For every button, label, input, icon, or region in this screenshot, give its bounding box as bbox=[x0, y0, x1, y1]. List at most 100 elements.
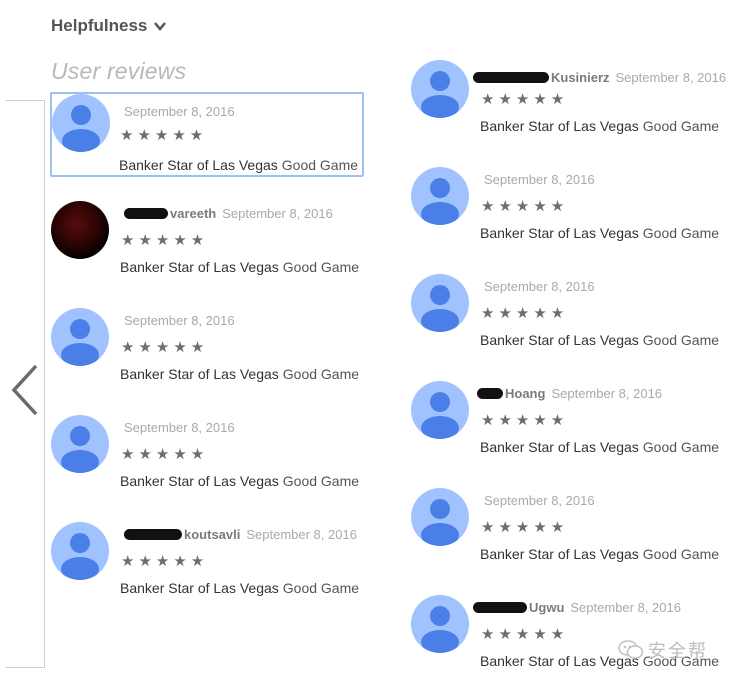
review-verdict: Good Game bbox=[282, 259, 360, 275]
chevron-down-icon bbox=[154, 22, 167, 31]
review-card[interactable]: September 8, 2016 ★★★★★ Banker Star of L… bbox=[411, 167, 731, 249]
avatar bbox=[411, 488, 469, 546]
avatar bbox=[51, 522, 109, 580]
review-date: September 8, 2016 bbox=[484, 279, 595, 294]
redacted-name bbox=[477, 388, 503, 399]
star-rating: ★★★★★ bbox=[121, 553, 209, 570]
review-header: Kusinierz September 8, 2016 bbox=[473, 70, 726, 85]
review-text: Banker Star of Las Vegas Good Game bbox=[120, 259, 359, 275]
default-avatar-icon bbox=[421, 499, 459, 546]
review-card[interactable]: Kusinierz September 8, 2016 ★★★★★ Banker… bbox=[411, 60, 731, 142]
review-card[interactable]: Hoang September 8, 2016 ★★★★★ Banker Sta… bbox=[411, 381, 731, 463]
review-header: September 8, 2016 bbox=[124, 104, 235, 119]
review-card[interactable]: September 8, 2016 ★★★★★ Banker Star of L… bbox=[51, 415, 371, 497]
review-header: koutsavli September 8, 2016 bbox=[124, 527, 357, 542]
review-game: Banker Star of Las Vegas bbox=[120, 580, 279, 596]
avatar bbox=[51, 415, 109, 473]
review-card[interactable]: September 8, 2016 ★★★★★ Banker Star of L… bbox=[411, 274, 731, 356]
review-header: September 8, 2016 bbox=[124, 420, 235, 435]
review-text: Banker Star of Las Vegas Good Game bbox=[480, 332, 719, 348]
star-rating: ★★★★★ bbox=[481, 91, 569, 108]
review-card[interactable]: Ugwu September 8, 2016 ★★★★★ Banker Star… bbox=[411, 595, 731, 677]
review-card[interactable]: September 8, 2016 ★★★★★ Banker Star of L… bbox=[51, 308, 371, 390]
redacted-name bbox=[473, 602, 527, 613]
review-game: Banker Star of Las Vegas bbox=[480, 439, 639, 455]
review-game: Banker Star of Las Vegas bbox=[480, 546, 639, 562]
review-card[interactable]: koutsavli September 8, 2016 ★★★★★ Banker… bbox=[51, 522, 371, 604]
avatar bbox=[411, 595, 469, 653]
review-date: September 8, 2016 bbox=[570, 600, 681, 615]
avatar bbox=[411, 381, 469, 439]
avatar bbox=[51, 308, 109, 366]
review-date: September 8, 2016 bbox=[124, 420, 235, 435]
review-game: Banker Star of Las Vegas bbox=[480, 118, 639, 134]
review-verdict: Good Game bbox=[282, 473, 360, 489]
review-header: September 8, 2016 bbox=[484, 172, 595, 187]
default-avatar-icon bbox=[421, 285, 459, 332]
review-game: Banker Star of Las Vegas bbox=[480, 653, 639, 669]
review-author: Ugwu bbox=[529, 600, 565, 615]
sort-dropdown[interactable]: Helpfulness bbox=[51, 15, 167, 37]
review-header: Ugwu September 8, 2016 bbox=[473, 600, 681, 615]
default-avatar-icon bbox=[421, 392, 459, 439]
review-verdict: Good Game bbox=[642, 332, 720, 348]
review-header: September 8, 2016 bbox=[124, 313, 235, 328]
star-rating: ★★★★★ bbox=[121, 232, 209, 249]
default-avatar-icon bbox=[421, 606, 459, 653]
default-avatar-icon bbox=[62, 105, 100, 152]
review-game: Banker Star of Las Vegas bbox=[120, 259, 279, 275]
review-header: Hoang September 8, 2016 bbox=[477, 386, 662, 401]
review-date: September 8, 2016 bbox=[484, 172, 595, 187]
review-game: Banker Star of Las Vegas bbox=[120, 366, 279, 382]
review-date: September 8, 2016 bbox=[246, 527, 357, 542]
review-game: Banker Star of Las Vegas bbox=[120, 473, 279, 489]
review-verdict: Good Game bbox=[642, 546, 720, 562]
review-verdict: Good Game bbox=[281, 157, 359, 173]
review-date: September 8, 2016 bbox=[615, 70, 727, 85]
review-game: Banker Star of Las Vegas bbox=[480, 225, 639, 241]
default-avatar-icon bbox=[61, 426, 99, 473]
review-date: September 8, 2016 bbox=[551, 386, 663, 401]
sort-label: Helpfulness bbox=[51, 16, 148, 35]
avatar bbox=[411, 60, 469, 118]
watermark: 安全帮 bbox=[618, 637, 708, 663]
review-author: Hoang bbox=[505, 386, 546, 401]
review-game: Banker Star of Las Vegas bbox=[480, 332, 639, 348]
chevron-left-icon[interactable] bbox=[8, 362, 42, 418]
review-text: Banker Star of Las Vegas Good Game bbox=[120, 580, 359, 596]
review-text: Banker Star of Las Vegas Good Game bbox=[120, 366, 359, 382]
review-text: Banker Star of Las Vegas Good Game bbox=[480, 439, 719, 455]
redacted-name bbox=[124, 529, 182, 540]
review-card[interactable]: September 8, 2016 ★★★★★ Banker Star of L… bbox=[50, 92, 364, 177]
default-avatar-icon bbox=[61, 533, 99, 580]
review-verdict: Good Game bbox=[642, 118, 720, 134]
redacted-name bbox=[124, 208, 168, 219]
review-text: Banker Star of Las Vegas Good Game bbox=[480, 225, 719, 241]
review-card[interactable]: vareeth September 8, 2016 ★★★★★ Banker S… bbox=[51, 201, 371, 283]
review-text: Banker Star of Las Vegas Good Game bbox=[480, 546, 719, 562]
review-header: vareeth September 8, 2016 bbox=[124, 206, 333, 221]
review-verdict: Good Game bbox=[282, 580, 360, 596]
review-game: Banker Star of Las Vegas bbox=[119, 157, 278, 173]
review-author: vareeth bbox=[170, 206, 217, 221]
review-card[interactable]: September 8, 2016 ★★★★★ Banker Star of L… bbox=[411, 488, 731, 570]
star-rating: ★★★★★ bbox=[121, 339, 209, 356]
star-rating: ★★★★★ bbox=[121, 446, 209, 463]
section-title: User reviews bbox=[51, 58, 187, 84]
default-avatar-icon bbox=[61, 319, 99, 366]
star-rating: ★★★★★ bbox=[481, 412, 569, 429]
review-date: September 8, 2016 bbox=[124, 313, 235, 328]
review-author: koutsavli bbox=[184, 527, 241, 542]
default-avatar-icon bbox=[421, 71, 459, 118]
review-text: Banker Star of Las Vegas Good Game bbox=[119, 157, 358, 173]
star-rating: ★★★★★ bbox=[120, 127, 208, 144]
star-rating: ★★★★★ bbox=[481, 305, 569, 322]
review-verdict: Good Game bbox=[282, 366, 360, 382]
review-text: Banker Star of Las Vegas Good Game bbox=[480, 118, 719, 134]
wechat-icon bbox=[618, 640, 644, 659]
review-author: Kusinierz bbox=[551, 70, 610, 85]
review-verdict: Good Game bbox=[642, 439, 720, 455]
avatar bbox=[411, 274, 469, 332]
review-header: September 8, 2016 bbox=[484, 279, 595, 294]
review-date: September 8, 2016 bbox=[484, 493, 595, 508]
